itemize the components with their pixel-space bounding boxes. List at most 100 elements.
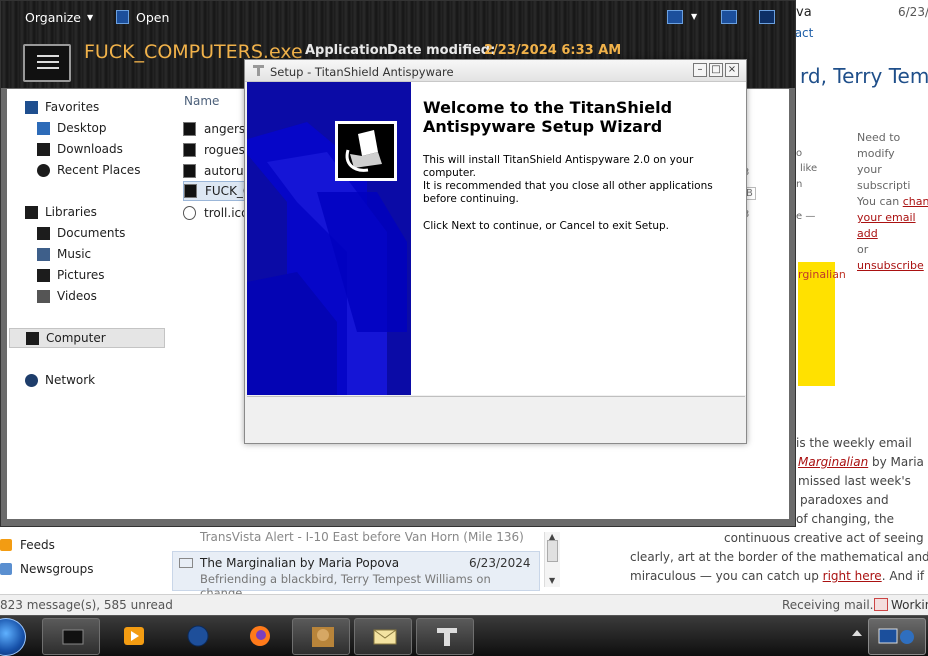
message-count: 823 message(s), 585 unread xyxy=(0,598,173,612)
titanshield-logo xyxy=(335,121,397,181)
note-line: Need to modify xyxy=(857,131,901,160)
reading-date: 6/23/ xyxy=(898,5,928,19)
dialog-title-bar[interactable]: Setup - TitanShield Antispyware – □ × xyxy=(245,60,746,82)
nav-downloads[interactable]: Downloads xyxy=(37,139,123,159)
text-fragment: e — xyxy=(796,211,816,222)
nav-recent-places[interactable]: Recent Places xyxy=(37,160,140,180)
reading-subject: rd, Terry Tem xyxy=(800,64,928,88)
folder-feeds[interactable]: Feeds xyxy=(0,535,55,555)
text-fragment: o xyxy=(796,148,803,159)
box-app-icon xyxy=(312,627,334,647)
nav-music[interactable]: Music xyxy=(37,244,91,264)
nav-label: Network xyxy=(45,373,96,387)
taskbar-setup[interactable] xyxy=(416,618,474,655)
start-button[interactable] xyxy=(0,618,26,656)
taskbar-firefox[interactable] xyxy=(230,618,288,655)
close-icon[interactable]: × xyxy=(725,63,739,77)
computer-icon xyxy=(62,629,84,645)
maximize-icon[interactable]: □ xyxy=(709,63,723,77)
computer-icon xyxy=(26,331,39,345)
chevron-down-icon: ▼ xyxy=(87,13,94,22)
wizard-side-image xyxy=(247,82,411,395)
scroll-down-icon[interactable]: ▼ xyxy=(549,576,555,585)
column-header-name[interactable]: Name xyxy=(184,94,219,108)
icon-line xyxy=(37,55,59,57)
downloads-icon xyxy=(37,142,50,156)
body-line: continuous creative act of seeing xyxy=(724,531,924,545)
unsubscribe-link[interactable]: unsubscribe xyxy=(857,259,924,272)
open-button[interactable]: Open xyxy=(136,10,169,25)
message-list: TransVista Alert - I-10 East before Van … xyxy=(170,527,562,600)
nav-pictures[interactable]: Pictures xyxy=(37,265,105,285)
wizard-heading: Welcome to the TitanShield Antispyware S… xyxy=(423,98,673,136)
body-text: miraculous — you can catch up xyxy=(630,569,819,583)
reading-sender: va xyxy=(796,5,812,20)
application-file-icon xyxy=(184,184,197,198)
mail-folder-pane: Feeds Newsgroups xyxy=(0,527,170,594)
nav-favorites[interactable]: Favorites xyxy=(25,97,99,117)
nav-desktop[interactable]: Desktop xyxy=(37,118,107,138)
list-item-selected[interactable]: The Marginalian by Maria Popova 6/23/202… xyxy=(172,551,540,600)
body-line: paradoxes and xyxy=(800,493,889,507)
network-icon xyxy=(25,373,38,387)
message-sender: TransVista Alert - I-10 East before Van … xyxy=(200,530,524,544)
file-name: autorur xyxy=(204,164,249,178)
body-line: of changing, the xyxy=(796,512,895,526)
nav-computer[interactable]: Computer xyxy=(9,328,165,348)
body-text: . And if my xyxy=(881,569,928,583)
body-line: is the weekly email xyxy=(796,436,912,450)
view-options-icon[interactable] xyxy=(667,10,683,24)
change-link[interactable]: chan xyxy=(903,195,928,208)
file-name: troll.ico xyxy=(204,206,249,220)
organize-button[interactable]: Organize ▼ xyxy=(25,10,93,25)
dialog-title: Setup - TitanShield Antispyware xyxy=(270,65,454,79)
text-fragment: like xyxy=(800,163,818,174)
message-list-scrollbar[interactable]: ▲ ▼ xyxy=(544,532,560,587)
minimize-icon[interactable]: – xyxy=(693,63,707,77)
newsletter-banner: rginalian xyxy=(798,262,846,386)
nav-label: Music xyxy=(57,247,92,261)
marginalian-link[interactable]: Marginalian xyxy=(798,455,868,469)
view-chevron-icon[interactable]: ▼ xyxy=(691,12,697,21)
taskbar-media-player[interactable] xyxy=(104,618,162,655)
body-line: missed last week's xyxy=(798,474,911,488)
message-sender: The Marginalian by Maria Popova xyxy=(200,556,400,570)
firefox-icon xyxy=(250,626,270,646)
nav-network[interactable]: Network xyxy=(25,370,95,390)
nav-label: Pictures xyxy=(57,268,105,282)
email-address-link[interactable]: your email add xyxy=(857,211,916,240)
newsgroup-icon xyxy=(0,563,12,575)
nav-videos[interactable]: Videos xyxy=(37,286,97,306)
setup-icon xyxy=(253,65,264,76)
list-item[interactable]: TransVista Alert - I-10 East before Van … xyxy=(200,530,524,544)
scroll-thumb[interactable] xyxy=(547,540,558,562)
banner-text: rginalian xyxy=(798,268,846,281)
show-hidden-icons-icon[interactable] xyxy=(852,630,862,636)
file-icon xyxy=(183,122,196,136)
taskbar-mail[interactable] xyxy=(354,618,412,655)
folder-label: Newsgroups xyxy=(20,562,94,576)
desktop-icon xyxy=(37,121,50,135)
note-line: or unsubscribe xyxy=(857,242,928,274)
taskbar-explorer[interactable] xyxy=(42,618,100,655)
taskbar xyxy=(0,615,928,656)
body-line: clearly, art at the border of the mathem… xyxy=(630,550,928,564)
recent-places-icon xyxy=(37,163,50,177)
text-fragment: n xyxy=(796,179,803,190)
right-here-link[interactable]: right here xyxy=(823,569,882,583)
nav-libraries[interactable]: Libraries xyxy=(25,202,97,222)
help-icon[interactable] xyxy=(759,10,775,24)
file-name: rogues xyxy=(204,143,245,157)
nav-documents[interactable]: Documents xyxy=(37,223,125,243)
setup-icon xyxy=(437,628,457,646)
preview-pane-icon[interactable] xyxy=(721,10,737,24)
taskbar-tray-app[interactable] xyxy=(868,618,926,655)
media-player-icon xyxy=(124,627,144,645)
nav-label: Videos xyxy=(57,289,97,303)
taskbar-globe[interactable] xyxy=(168,618,226,655)
wizard-paragraph: Click Next to continue, or Cancel to exi… xyxy=(423,220,669,232)
folder-newsgroups[interactable]: Newsgroups xyxy=(0,559,94,579)
wizard-button-area xyxy=(247,396,745,442)
taskbar-box-app[interactable] xyxy=(292,618,350,655)
organize-label: Organize xyxy=(25,10,81,25)
